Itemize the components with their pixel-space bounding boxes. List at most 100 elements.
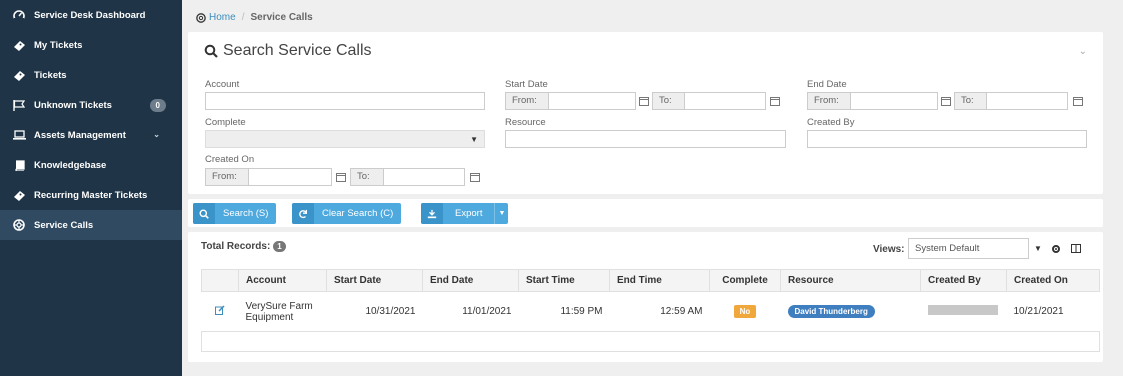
account-input[interactable] [205,92,485,110]
sidebar-item-label: Unknown Tickets [34,99,112,111]
lifebuoy-icon [12,219,26,231]
sidebar-item-recurring-master-tickets[interactable]: Recurring Master Tickets [0,180,182,210]
edit-icon[interactable] [215,305,225,315]
breadcrumb-home-link[interactable]: Home [196,12,236,23]
sidebar-item-label: Service Calls [34,219,94,231]
ticket-icon [12,39,26,51]
total-records: Total Records: 1 [201,241,286,252]
table-row: VerySure Farm Equipment 10/31/2021 11/01… [201,291,1100,332]
action-bar: Search (S) Clear Search (C) Export ▼ [188,199,1103,227]
calendar-icon[interactable] [941,96,951,106]
account-label: Account [205,79,240,90]
search-icon [204,44,218,58]
sidebar-item-my-tickets[interactable]: My Tickets [0,30,182,60]
calendar-icon[interactable] [639,96,649,106]
table-header[interactable]: Created On [1006,269,1100,292]
laptop-icon [12,129,26,141]
main-content: Home / Service Calls Search Service Call… [182,0,1123,376]
search-button[interactable]: Search (S) [193,203,277,224]
start-date-from-input[interactable] [548,92,636,110]
table-header[interactable]: Resource [780,269,921,292]
resource-badge[interactable]: David Thunderberg [787,305,875,318]
sidebar-item-label: My Tickets [34,39,83,51]
views-select[interactable]: System Default [908,238,1029,259]
complete-select[interactable]: ▼ [205,130,485,148]
refresh-icon [292,203,314,224]
start-date-to-input[interactable] [684,92,766,110]
collapse-chevron-icon[interactable]: ⌄ [1079,46,1087,57]
table-header[interactable]: End Date [422,269,519,292]
sidebar-item-tickets[interactable]: Tickets [0,60,182,90]
created-on-label: Created On [205,154,255,165]
search-button-label: Search (S) [223,208,269,219]
calendar-icon[interactable] [470,172,480,182]
lifebuoy-icon [196,12,206,23]
created-by-cell [920,291,1007,332]
caret-down-icon[interactable]: ▼ [494,203,508,224]
table-header[interactable]: Account [238,269,327,292]
table-header[interactable]: End Time [609,269,710,292]
table-header[interactable]: Start Time [518,269,610,292]
created-on-cell: 10/21/2021 [1006,291,1100,332]
sidebar-item-assets-management[interactable]: Assets Management ⌄ [0,120,182,150]
breadcrumb-home-label: Home [209,12,236,23]
export-icon [421,203,443,224]
breadcrumb: Home / Service Calls [196,12,313,23]
created-on-to-input[interactable] [383,168,465,186]
created-on-to-label: To: [350,168,384,186]
start-time-cell: 11:59 PM [518,291,610,332]
search-panel-title: Search Service Calls [204,42,372,60]
columns-icon[interactable] [1067,238,1085,259]
complete-cell: No [709,291,781,332]
end-date-to-label: To: [954,92,987,110]
sidebar-item-service-calls[interactable]: Service Calls [0,210,182,240]
clear-search-button[interactable]: Clear Search (C) [292,203,402,224]
end-date-to-input[interactable] [986,92,1068,110]
calendar-icon[interactable] [336,172,346,182]
search-title-text: Search Service Calls [223,42,372,59]
flag-icon [12,99,26,111]
edit-cell [201,291,239,332]
search-panel: Search Service Calls ⌄ Account Start Dat… [188,32,1103,194]
dashboard-icon [12,9,26,21]
calendar-icon[interactable] [1073,96,1083,106]
end-time-cell: 12:59 AM [609,291,710,332]
table-header[interactable]: Complete [709,269,781,292]
views-select-value: System Default [915,243,980,254]
sidebar-item-label: Tickets [34,69,67,81]
chevron-down-icon[interactable]: ⌄ [153,130,160,139]
start-date-label: Start Date [505,79,548,90]
table-header[interactable]: Created By [920,269,1007,292]
table-footer-cell [201,331,1100,352]
clear-search-label: Clear Search (C) [322,208,394,219]
sidebar-item-label: Recurring Master Tickets [34,189,148,201]
export-button[interactable]: Export ▼ [421,203,509,224]
sidebar-item-service-desk-dashboard[interactable]: Service Desk Dashboard [0,0,182,30]
sidebar-item-knowledgebase[interactable]: Knowledgebase [0,150,182,180]
views-label: Views: [873,244,905,255]
calendar-icon[interactable] [770,96,780,106]
table-header-row: Account Start Date End Date Start Time E… [201,269,1100,292]
records-panel: Total Records: 1 Views: System Default ▼… [188,232,1103,362]
account-cell: VerySure Farm Equipment [238,291,327,332]
created-by-input[interactable] [807,130,1087,148]
created-on-from-input[interactable] [248,168,332,186]
gear-icon[interactable] [1047,238,1065,259]
table-header[interactable]: Start Date [326,269,423,292]
table-footer-row [201,331,1100,352]
start-date-from-label: From: [505,92,549,110]
created-by-label: Created By [807,117,855,128]
views-dropdown-caret-icon[interactable]: ▼ [1029,238,1047,259]
resource-input[interactable] [505,130,786,148]
complete-label: Complete [205,117,246,128]
end-date-cell: 11/01/2021 [422,291,519,332]
sidebar-item-unknown-tickets[interactable]: Unknown Tickets 0 [0,90,182,120]
sidebar-item-label: Assets Management [34,129,126,141]
created-on-from-label: From: [205,168,249,186]
total-records-count: 1 [273,241,286,252]
count-badge: 0 [149,99,166,112]
sidebar: Service Desk Dashboard My Tickets Ticket… [0,0,182,376]
ticket-icon [12,69,26,81]
breadcrumb-current: Service Calls [250,12,313,23]
end-date-from-input[interactable] [850,92,938,110]
